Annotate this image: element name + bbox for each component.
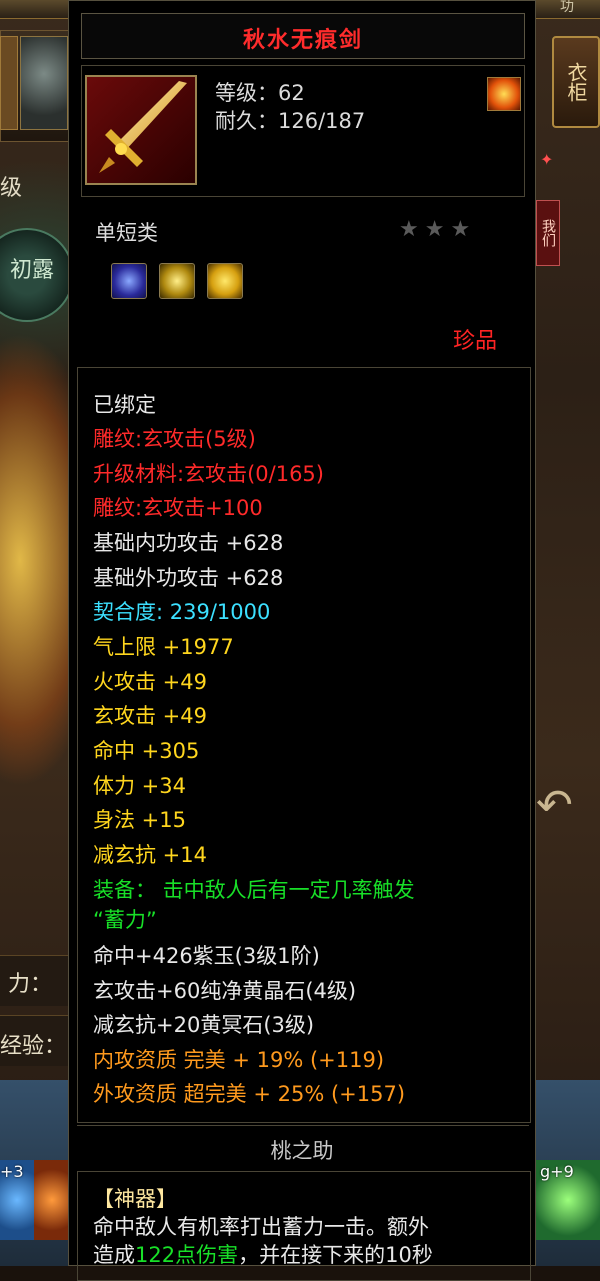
yellow-gem-icon bbox=[159, 263, 195, 299]
title-seal-text: 初露 bbox=[10, 258, 55, 283]
stat-line: 基础外功攻击 +628 bbox=[93, 566, 284, 590]
stat-line: 玄攻击 +49 bbox=[93, 704, 207, 728]
skill-left-count: +3 bbox=[0, 1162, 24, 1181]
lore-line-2-suffix: ，并在接下来的10秒 bbox=[238, 1243, 433, 1267]
stat-line: 玄攻击+60纯净黄晶石(4级) bbox=[93, 979, 357, 1003]
set-name: 桃之助 bbox=[270, 1139, 334, 1163]
stat-line: 气上限 +1977 bbox=[93, 635, 234, 659]
stat-line: 减玄抗+20黄冥石(3级) bbox=[93, 1013, 315, 1037]
stat-line: 雕纹:玄攻击+100 bbox=[93, 496, 263, 520]
lore-line-2-prefix: 造成 bbox=[93, 1243, 135, 1267]
skill-right-count: g+9 bbox=[540, 1162, 574, 1181]
item-rarity: 珍品 bbox=[453, 329, 498, 354]
stat-line: 契合度: 239/1000 bbox=[93, 600, 271, 624]
lore-damage-highlight: 122点伤害 bbox=[135, 1243, 239, 1267]
stat-line: 内攻资质 完美 + 19% (+119) bbox=[93, 1048, 385, 1072]
divider bbox=[77, 1125, 529, 1126]
item-level: 等级：62 bbox=[215, 81, 305, 105]
sparkle-icon: ✦ bbox=[540, 150, 554, 169]
sword-icon bbox=[85, 75, 197, 185]
item-category: 单短类 bbox=[95, 221, 158, 245]
top-tab-4[interactable]: 功 bbox=[560, 0, 574, 16]
stat-line: 命中+426紫玉(3级1阶) bbox=[93, 944, 320, 968]
character-avatar[interactable] bbox=[20, 36, 68, 130]
side-tag[interactable]: 我们 bbox=[536, 200, 560, 266]
left-slot[interactable] bbox=[0, 36, 18, 130]
item-tooltip: 秋水无痕剑 等级：62 耐久：126/187 单短类 ★★★ 珍品 已绑定 雕纹… bbox=[68, 0, 536, 1281]
lore-line-2: 造成122点伤害，并在接下来的10秒 bbox=[93, 1243, 433, 1267]
gold-gem-icon bbox=[207, 263, 243, 299]
left-level-label: 级 bbox=[0, 176, 23, 201]
item-durability: 耐久：126/187 bbox=[215, 109, 366, 133]
lore-line-1: 命中敌人有机率打出蓄力一击。额外 bbox=[93, 1215, 429, 1239]
stat-line: 雕纹:玄攻击(5级) bbox=[93, 427, 256, 451]
lore-heading: 【神器】 bbox=[93, 1187, 177, 1211]
stat-line: 命中 +305 bbox=[93, 739, 200, 763]
skill-slot-left-2[interactable] bbox=[34, 1160, 70, 1240]
stat-line: 减玄抗 +14 bbox=[93, 843, 207, 867]
item-stars: ★★★ bbox=[399, 217, 477, 242]
stat-line: 装备： 击中敌人后有一定几率触发 bbox=[93, 878, 415, 902]
rotate-arrow-icon[interactable]: ↶ bbox=[536, 780, 573, 831]
item-name: 秋水无痕剑 bbox=[242, 27, 363, 53]
stat-line: 升级材料:玄攻击(0/165) bbox=[93, 462, 324, 486]
stat-line: 基础内功攻击 +628 bbox=[93, 531, 284, 555]
stat-line: 已绑定 bbox=[93, 393, 156, 417]
stat-line: “蓄力” bbox=[93, 908, 157, 932]
power-label: 力： bbox=[8, 972, 53, 997]
tooltip-header: 秋水无痕剑 bbox=[81, 13, 525, 59]
sapphire-gem-icon bbox=[111, 263, 147, 299]
exp-label: 经验： bbox=[0, 1034, 67, 1059]
stat-line: 外攻资质 超完美 + 25% (+157) bbox=[93, 1082, 406, 1106]
fire-element-icon bbox=[487, 77, 521, 111]
stat-line: 火攻击 +49 bbox=[93, 670, 207, 694]
wardrobe-button[interactable]: 衣柜 bbox=[552, 36, 600, 128]
stat-line: 身法 +15 bbox=[93, 808, 186, 832]
stat-line: 体力 +34 bbox=[93, 774, 186, 798]
